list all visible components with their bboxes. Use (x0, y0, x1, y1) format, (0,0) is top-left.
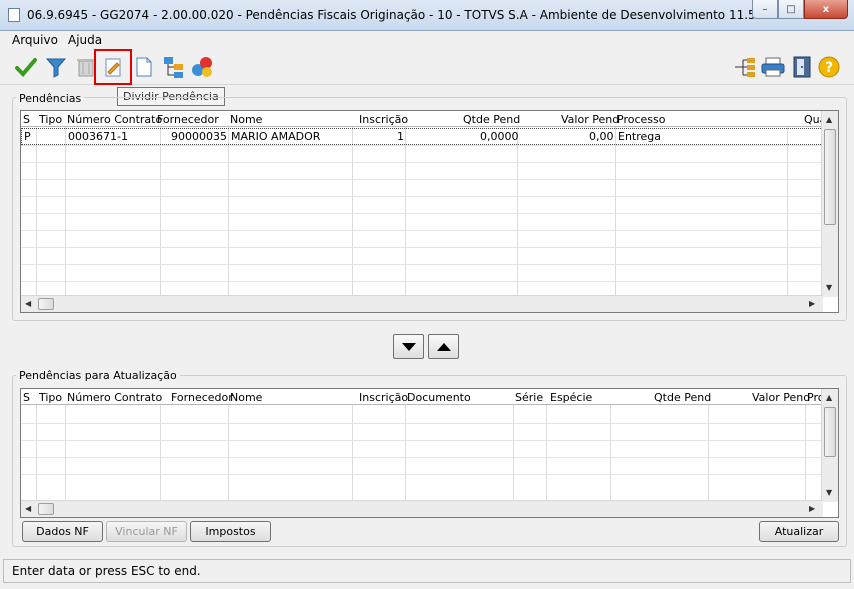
up-arrow-icon (436, 342, 451, 351)
cell-processo: Entrega (618, 130, 662, 143)
col-inscricao[interactable]: Inscrição (359, 391, 408, 404)
col-valor-pend[interactable]: Valor Pend (561, 113, 619, 126)
hscroll-thumb[interactable] (38, 503, 54, 515)
check-icon[interactable] (12, 53, 40, 81)
col-qtde-pend[interactable]: Qtde Pend (654, 391, 711, 404)
col-nome[interactable]: Nome (230, 391, 262, 404)
menu-ajuda[interactable]: Ajuda (68, 33, 102, 47)
window-title: 06.9.6945 - GG2074 - 2.00.00.020 - Pendê… (27, 8, 811, 22)
col-numero-contrato[interactable]: Número Contrato (67, 113, 162, 126)
col-qtde-pend[interactable]: Qtde Pend (463, 113, 520, 126)
minimize-icon[interactable]: – (752, 0, 778, 19)
filter-icon[interactable] (42, 53, 70, 81)
atualizacao-group-label: Pendências para Atualização (16, 369, 180, 382)
vertical-scrollbar[interactable]: ▲ ▼ (821, 111, 838, 297)
grid-header: S Tipo Número Contrato Fornecedor Nome I… (21, 111, 838, 127)
pendencias-group-label: Pendências (16, 92, 85, 105)
pendencias-grid[interactable]: S Tipo Número Contrato Fornecedor Nome I… (20, 110, 839, 313)
vincular-nf-button[interactable]: Vincular NF (106, 521, 187, 542)
window-controls: – □ x (752, 0, 848, 20)
cell-contrato: 0003671-1 (68, 130, 128, 143)
toolbar: ? (0, 49, 854, 85)
impostos-button[interactable]: Impostos (190, 521, 271, 542)
col-serie[interactable]: Série (515, 391, 543, 404)
maximize-icon[interactable]: □ (778, 0, 804, 19)
app-icon (8, 8, 20, 22)
cell-qtde: 0,0000 (480, 130, 519, 143)
hierarchy-icon[interactable] (731, 53, 759, 81)
col-nome[interactable]: Nome (230, 113, 262, 126)
horizontal-scrollbar[interactable]: ◀ ▶ (21, 500, 823, 517)
down-arrow-icon (401, 342, 416, 351)
col-fornecedor[interactable]: Fornecedor (157, 113, 219, 126)
horizontal-scrollbar[interactable]: ◀ ▶ (21, 295, 823, 312)
col-documento[interactable]: Documento (407, 391, 471, 404)
col-s[interactable]: S (23, 391, 30, 404)
col-inscricao[interactable]: Inscrição (359, 113, 408, 126)
atualizar-button[interactable]: Atualizar (759, 521, 839, 542)
print-icon[interactable] (759, 53, 787, 81)
cell-valor: 0,00 (589, 130, 614, 143)
col-valor-pend[interactable]: Valor Pend (752, 391, 810, 404)
col-numero-contrato[interactable]: Número Contrato (67, 391, 162, 404)
menu-arquivo[interactable]: Arquivo (12, 33, 58, 47)
col-especie[interactable]: Espécie (550, 391, 592, 404)
table-row[interactable] (21, 128, 823, 145)
col-tipo[interactable]: Tipo (39, 113, 62, 126)
close-button[interactable]: x (804, 0, 848, 19)
svg-text:?: ? (825, 60, 833, 76)
cell-fornecedor: 90000035 (171, 130, 227, 143)
move-down-button[interactable] (393, 334, 424, 359)
scroll-thumb[interactable] (824, 129, 836, 225)
new-document-icon[interactable] (130, 53, 158, 81)
exit-door-icon[interactable] (788, 53, 816, 81)
col-s[interactable]: S (23, 113, 30, 126)
menu-bar: Arquivo Ajuda (0, 31, 854, 49)
vertical-scrollbar[interactable]: ▲ ▼ (821, 389, 838, 502)
grid-header: S Tipo Número Contrato Fornecedor Nome I… (21, 389, 838, 405)
move-up-button[interactable] (428, 334, 459, 359)
status-bar: Enter data or press ESC to end. (3, 559, 851, 583)
col-fornecedor[interactable]: Fornecedor (171, 391, 233, 404)
scroll-thumb[interactable] (824, 407, 836, 457)
atualizacao-grid[interactable]: S Tipo Número Contrato Fornecedor Nome I… (20, 388, 839, 518)
cell-inscricao: 1 (397, 130, 404, 143)
hscroll-thumb[interactable] (38, 298, 54, 310)
title-bar: 06.9.6945 - GG2074 - 2.00.00.020 - Pendê… (0, 0, 854, 31)
col-tipo[interactable]: Tipo (39, 391, 62, 404)
cell-nome: MARIO AMADOR (231, 130, 321, 143)
cell-s: P (24, 130, 31, 143)
dados-nf-button[interactable]: Dados NF (22, 521, 103, 542)
col-processo[interactable]: Processo (617, 113, 665, 126)
circles-icon[interactable] (188, 53, 216, 81)
tree-icon[interactable] (160, 53, 188, 81)
help-icon[interactable]: ? (815, 53, 843, 81)
split-pendency-icon[interactable] (94, 49, 132, 85)
